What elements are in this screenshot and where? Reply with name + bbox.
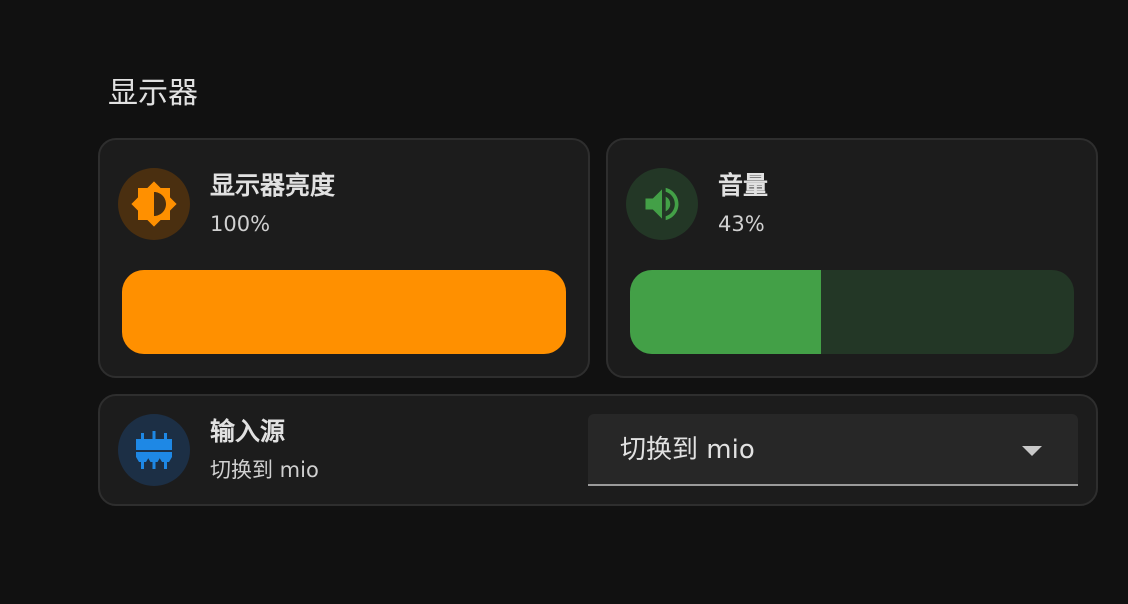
volume-slider-fill bbox=[630, 270, 821, 354]
select-value: 切换到 mio bbox=[620, 435, 755, 465]
input-source-card: 输入源 切换到 mio 切换到 mio bbox=[98, 394, 1098, 506]
volume-slider[interactable] bbox=[630, 270, 1074, 354]
section-title: 显示器 bbox=[108, 76, 198, 111]
brightness-slider[interactable] bbox=[122, 270, 566, 354]
input-source-icon-button[interactable] bbox=[118, 414, 190, 486]
brightness-icon-button[interactable] bbox=[118, 168, 190, 240]
speaker-icon bbox=[645, 187, 679, 221]
input-source-name: 输入源 bbox=[210, 417, 286, 446]
chevron-down-icon[interactable] bbox=[1022, 446, 1042, 456]
volume-state: 43% bbox=[718, 212, 765, 236]
brightness-state: 100% bbox=[210, 212, 271, 236]
brightness-slider-fill bbox=[122, 270, 566, 354]
input-source-select[interactable]: 切换到 mio bbox=[588, 414, 1078, 486]
volume-card: 音量 43% bbox=[606, 138, 1098, 378]
brightness-card: 显示器亮度 100% bbox=[98, 138, 590, 378]
brightness-icon bbox=[131, 181, 177, 227]
volume-icon-button[interactable] bbox=[626, 168, 698, 240]
input-source-state: 切换到 mio bbox=[210, 458, 319, 482]
volume-name: 音量 bbox=[718, 171, 769, 200]
brightness-name: 显示器亮度 bbox=[210, 171, 336, 200]
input-mixer-icon bbox=[136, 431, 172, 469]
